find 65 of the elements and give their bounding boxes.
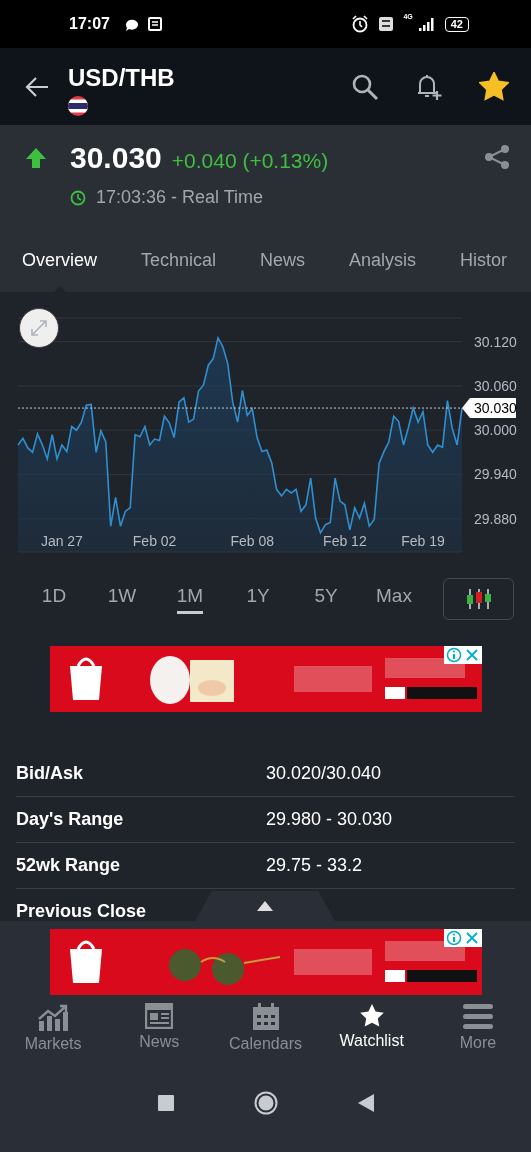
chart-icon bbox=[37, 1003, 69, 1031]
tab[interactable]: Overview bbox=[22, 228, 97, 292]
x-axis-label: Feb 08 bbox=[230, 533, 274, 549]
period-button[interactable]: 1D bbox=[20, 584, 88, 614]
nav-item[interactable]: More bbox=[424, 1003, 531, 1073]
square-icon[interactable] bbox=[157, 1095, 174, 1111]
y-axis-label: 29.940 bbox=[474, 466, 517, 483]
period-button[interactable]: 1M bbox=[156, 584, 224, 614]
alarm-icon bbox=[351, 15, 370, 33]
volte-icon bbox=[379, 17, 394, 31]
star-icon[interactable] bbox=[479, 72, 509, 101]
back-icon[interactable] bbox=[24, 74, 50, 99]
x-axis-label: Feb 19 bbox=[401, 533, 445, 549]
calendar-icon bbox=[251, 1003, 280, 1031]
x-axis-label: Feb 12 bbox=[323, 533, 367, 549]
tab[interactable]: Analysis bbox=[349, 228, 417, 292]
info-icon[interactable] bbox=[445, 647, 462, 663]
detail-label: Day's Range bbox=[16, 809, 124, 830]
tab[interactable]: News bbox=[260, 228, 306, 292]
detail-label: Bid/Ask bbox=[16, 763, 84, 784]
period-button[interactable]: 1Y bbox=[224, 584, 292, 614]
battery-level: 42 bbox=[444, 16, 469, 32]
instrument-title: USD/THB bbox=[68, 63, 175, 92]
up-caret-icon bbox=[257, 901, 273, 911]
expand-icon bbox=[30, 319, 48, 337]
detail-label: Previous Close bbox=[16, 901, 147, 921]
period-button[interactable]: 1W bbox=[88, 584, 156, 614]
clock-icon bbox=[70, 189, 86, 206]
x-axis-label: Jan 27 bbox=[40, 533, 83, 549]
period-button[interactable]: 5Y bbox=[292, 584, 360, 614]
nav-item[interactable]: News bbox=[106, 1003, 213, 1073]
detail-label: 52wk Range bbox=[16, 855, 121, 876]
notification-icon bbox=[147, 17, 162, 31]
search-icon[interactable] bbox=[351, 72, 379, 101]
nav-item[interactable]: Markets bbox=[0, 1003, 107, 1073]
price: 30.030 bbox=[70, 141, 162, 175]
y-axis-label: 30.060 bbox=[474, 377, 517, 394]
newspaper-icon bbox=[145, 1003, 174, 1029]
tab[interactable]: Technical bbox=[141, 228, 217, 292]
close-icon[interactable] bbox=[463, 647, 480, 663]
flag-icon bbox=[68, 95, 88, 116]
price-change: +0.040 (+0.13%) bbox=[171, 149, 329, 173]
detail-value: 29.75 - 33.2 bbox=[266, 855, 363, 876]
period-button[interactable]: Max bbox=[360, 584, 428, 614]
y-axis-label: 29.880 bbox=[474, 510, 517, 527]
y-axis-label: 30.120 bbox=[474, 333, 517, 350]
nav-item[interactable]: Watchlist bbox=[318, 1003, 425, 1073]
x-axis-label: Feb 02 bbox=[132, 533, 177, 549]
menu-icon bbox=[461, 1003, 494, 1030]
expand-button[interactable] bbox=[19, 308, 59, 348]
detail-value: 29.980 - 30.030 bbox=[266, 809, 393, 830]
home-icon[interactable] bbox=[253, 1091, 278, 1115]
status-time: 17:07 bbox=[69, 15, 110, 33]
nav-item[interactable]: Calendars bbox=[212, 1003, 319, 1073]
chart-type-button[interactable] bbox=[443, 578, 514, 620]
candlestick-icon bbox=[465, 588, 492, 610]
detail-value: 30.020/30.040 bbox=[266, 763, 382, 784]
quote-time: 17:03:36 - Real Time bbox=[96, 187, 264, 208]
info-icon[interactable] bbox=[445, 930, 462, 946]
back-icon[interactable] bbox=[357, 1094, 374, 1112]
share-icon[interactable] bbox=[485, 145, 509, 169]
close-icon[interactable] bbox=[463, 930, 480, 946]
y-axis-label: 30.000 bbox=[474, 422, 517, 439]
tab[interactable]: Histor bbox=[460, 228, 508, 292]
star-icon bbox=[358, 1003, 385, 1028]
